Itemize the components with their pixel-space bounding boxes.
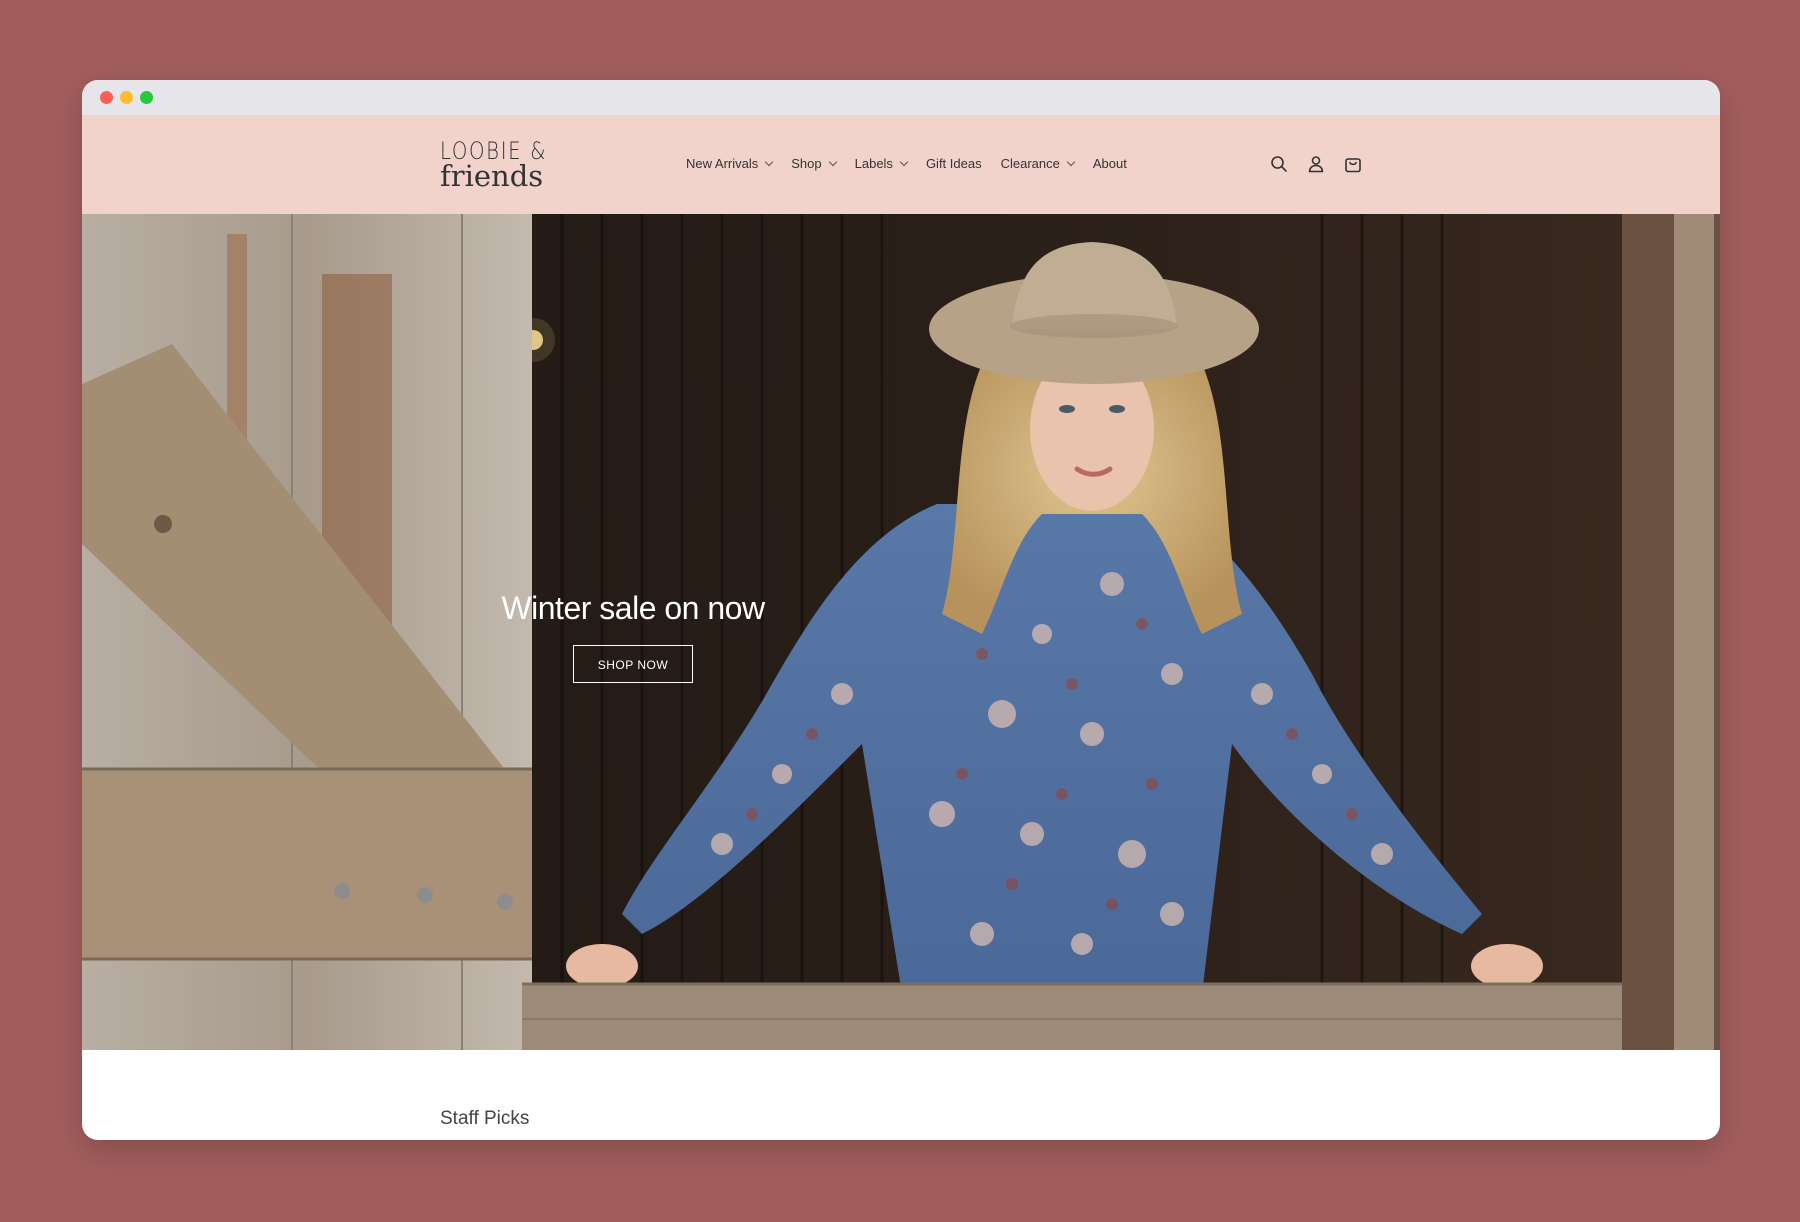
brand-logo-line2: friends	[440, 159, 544, 193]
chevron-down-icon	[1066, 157, 1076, 167]
nav-item-label: About	[1092, 156, 1127, 171]
site-header: LOOBIE & friends New Arrivals Shop Label…	[82, 115, 1720, 214]
nav-item-shop[interactable]: Shop	[791, 156, 837, 171]
nav-item-label: Shop	[791, 156, 822, 171]
search-icon	[1271, 156, 1287, 172]
nav-item-clearance[interactable]: Clearance	[1000, 156, 1076, 171]
nav-item-label: Labels	[854, 156, 893, 171]
account-icon	[1308, 156, 1324, 173]
header-icons	[1268, 153, 1379, 175]
minimize-window-button[interactable]	[120, 91, 133, 104]
chevron-down-icon	[765, 157, 774, 167]
shop-now-button[interactable]: SHOP NOW	[573, 645, 693, 683]
section-title-staff-picks: Staff Picks	[440, 1108, 530, 1129]
hero-title: Winter sale on now	[501, 590, 765, 626]
chevron-down-icon	[828, 157, 837, 167]
nav-item-label: Gift Ideas	[925, 156, 982, 171]
search-button[interactable]	[1268, 153, 1290, 175]
maximize-window-button[interactable]	[140, 91, 153, 104]
close-window-button[interactable]	[100, 91, 113, 104]
hero-text-block: Winter sale on now SHOP NOW	[498, 590, 768, 683]
hero-image	[82, 214, 1720, 1050]
window-titlebar	[82, 80, 1720, 115]
nav-item-gift-ideas[interactable]: Gift Ideas	[926, 156, 982, 171]
nav-item-new-arrivals[interactable]: New Arrivals	[686, 156, 774, 171]
cart-button[interactable]	[1342, 153, 1364, 175]
main-nav: New Arrivals Shop Labels Gift Ideas Clea…	[686, 156, 1146, 171]
nav-item-label: New Arrivals	[686, 156, 759, 171]
account-button[interactable]	[1305, 153, 1327, 175]
nav-item-about[interactable]: About	[1093, 156, 1127, 171]
cart-icon	[1345, 158, 1361, 173]
hero-banner: Winter sale on now SHOP NOW	[82, 214, 1720, 1050]
chevron-down-icon	[899, 157, 909, 167]
nav-item-label: Clearance	[1000, 156, 1060, 171]
nav-item-labels[interactable]: Labels	[854, 156, 909, 171]
brand-logo-line1: LOOBIE &	[440, 137, 548, 165]
browser-window: LOOBIE & friends New Arrivals Shop Label…	[82, 80, 1720, 1140]
brand-logo[interactable]: LOOBIE & friends	[440, 139, 571, 191]
